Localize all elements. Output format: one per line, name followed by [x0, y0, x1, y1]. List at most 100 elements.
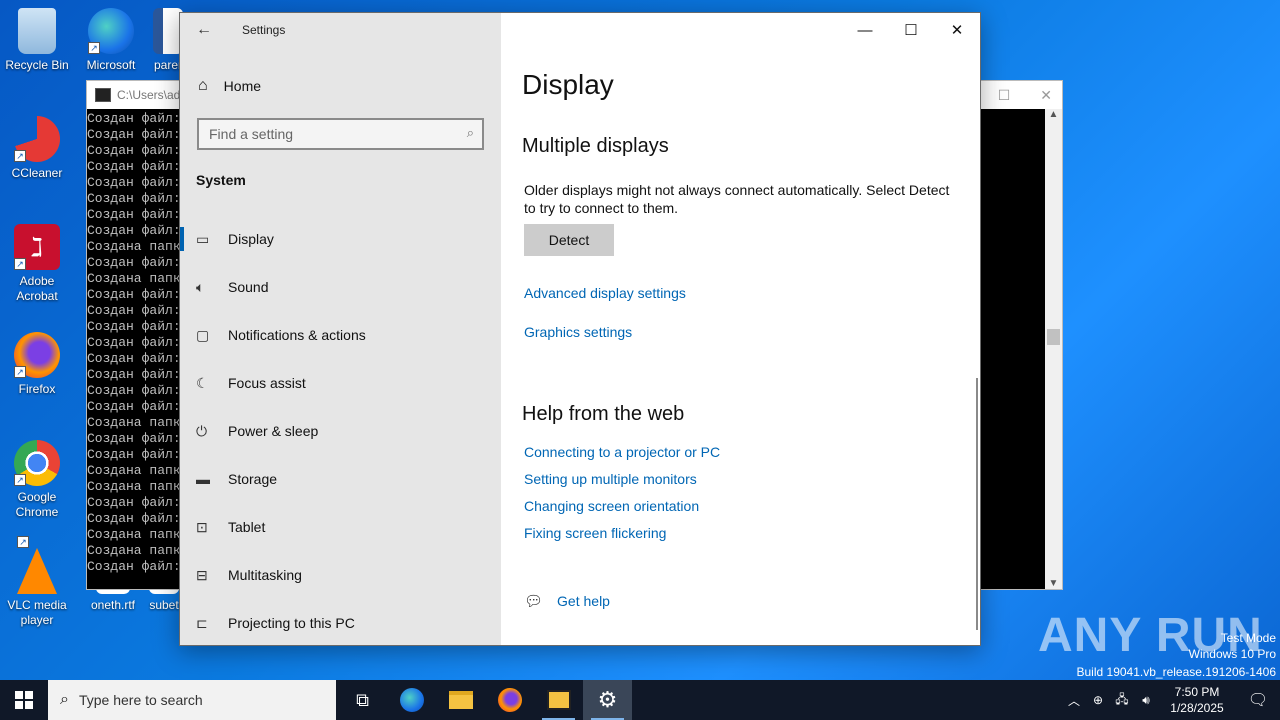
tablet-icon: ⊡	[196, 518, 208, 535]
section-heading: System	[196, 172, 246, 188]
get-help-link[interactable]: 💬︎ Get help	[524, 592, 610, 610]
settings-titlebar[interactable]: ← Settings	[180, 13, 501, 47]
power-icon: ⏻	[196, 422, 208, 439]
desktop-icon-label: oneth.rtf	[90, 598, 136, 612]
nav-item-notifications[interactable]: ▢ Notifications & actions	[180, 311, 501, 359]
multitasking-icon: ⊟	[196, 566, 208, 583]
taskbar-settings[interactable]: ⚙	[583, 680, 632, 720]
graphics-settings-link[interactable]: Graphics settings	[524, 324, 632, 340]
chat-help-icon: 💬︎	[524, 593, 544, 610]
desktop-icon-adobe-acrobat[interactable]: ℷ ↗ Adobe Acrobat	[2, 224, 72, 304]
minimize-button[interactable]: —	[842, 13, 888, 47]
folder-icon	[448, 691, 473, 709]
taskbar-console[interactable]	[534, 680, 583, 720]
clock[interactable]: 7:50 PM 1/28/2025	[1158, 684, 1236, 716]
nav-item-power-sleep[interactable]: ⏻ Power & sleep	[180, 407, 501, 455]
back-arrow-icon[interactable]: ←	[180, 21, 228, 39]
taskbar-firefox[interactable]	[485, 680, 534, 720]
minimize-icon: —	[857, 21, 873, 39]
search-placeholder: Find a setting	[209, 126, 294, 142]
content-scrollbar[interactable]	[976, 378, 978, 630]
console-scrollbar[interactable]: ▲ ▼	[1045, 109, 1062, 589]
help-link-projector[interactable]: Connecting to a projector or PC	[524, 444, 720, 460]
home-label: Home	[223, 78, 262, 94]
network-icon[interactable]: 🖧︎	[1110, 690, 1134, 711]
help-link-multiple-monitors[interactable]: Setting up multiple monitors	[524, 471, 697, 487]
multiple-displays-description: Older displays might not always connect …	[524, 182, 950, 216]
nav-label: Sound	[228, 279, 269, 295]
scroll-down-icon[interactable]: ▼	[1045, 578, 1062, 589]
search-icon: ⌕	[60, 691, 69, 708]
gear-icon: ⚙	[597, 687, 618, 712]
taskbar: ⌕ Type here to search ⧉ ⚙ ︿ ⊕ 🖧︎ 🔊︎ 7:50…	[0, 680, 1280, 720]
maximize-button[interactable]: ☐	[888, 13, 934, 47]
taskbar-file-explorer[interactable]	[436, 680, 485, 720]
desktop-icon-firefox[interactable]: ↗ Firefox	[2, 332, 72, 397]
test-mode-text: Test Mode	[1220, 631, 1276, 645]
desktop-icon-recycle-bin[interactable]: Recycle Bin	[2, 8, 72, 73]
settings-window[interactable]: ← Settings ⌂ Home Find a setting ⌕ Syste…	[179, 12, 981, 646]
firefox-icon: ↗	[14, 332, 60, 378]
notification-center-icon[interactable]: 🗨︎	[1236, 690, 1280, 710]
task-view-button[interactable]: ⧉	[338, 680, 387, 720]
nav-label: Storage	[228, 471, 278, 487]
volume-icon[interactable]: 🔊︎	[1134, 693, 1158, 708]
close-button[interactable]: ✕	[934, 13, 980, 47]
chrome-icon: ↗	[14, 440, 60, 486]
taskbar-search-box[interactable]: ⌕ Type here to search	[48, 680, 336, 720]
nav-item-multitasking[interactable]: ⊟ Multitasking	[180, 551, 501, 599]
notifications-icon: ▢	[196, 326, 210, 343]
shortcut-arrow-icon: ↗	[14, 366, 26, 378]
nav-item-sound[interactable]: 🔈︎ Sound	[180, 263, 501, 311]
projecting-icon: ⊏	[196, 614, 208, 631]
clock-time: 7:50 PM	[1174, 685, 1220, 699]
system-tray: ︿ ⊕ 🖧︎ 🔊︎ 7:50 PM 1/28/2025 🗨︎	[1062, 680, 1280, 720]
windows-logo-icon	[15, 691, 33, 709]
nav-item-projecting[interactable]: ⊏ Projecting to this PC	[180, 599, 501, 647]
start-button[interactable]	[0, 680, 48, 720]
window-title: Settings	[242, 23, 286, 37]
settings-sidebar: ← Settings ⌂ Home Find a setting ⌕ Syste…	[180, 13, 501, 645]
find-setting-input[interactable]: Find a setting ⌕	[197, 118, 484, 150]
clock-date: 1/28/2025	[1170, 701, 1224, 715]
help-link-flickering[interactable]: Fixing screen flickering	[524, 525, 666, 541]
device-icon[interactable]: ⊕	[1086, 693, 1110, 707]
desktop-icon-ccleaner[interactable]: ↗ CCleaner	[2, 116, 72, 181]
desktop-icon-label: Recycle Bin	[5, 58, 69, 72]
chevron-up-icon[interactable]: ︿	[1062, 692, 1086, 709]
desktop-icon-edge[interactable]: ↗ Microsoft Edge	[76, 8, 146, 73]
multiple-displays-heading: Multiple displays	[522, 135, 669, 157]
firefox-icon	[497, 688, 522, 712]
desktop-icon-label: VLC media player	[7, 598, 67, 627]
vlc-cone-icon: ↗	[17, 536, 57, 594]
desktop-icon-label: Adobe Acrobat	[16, 274, 58, 303]
scroll-up-icon[interactable]: ▲	[1045, 109, 1062, 120]
help-link-screen-orientation[interactable]: Changing screen orientation	[524, 498, 699, 514]
settings-nav-list: ▭ Display 🔈︎ Sound ▢ Notifications & action…	[180, 215, 501, 647]
desktop-icon-vlc[interactable]: ↗ VLC media player	[2, 536, 72, 628]
home-icon: ⌂	[198, 77, 208, 94]
moon-icon: ☾	[196, 374, 209, 391]
speaker-icon: 🔈︎	[196, 278, 205, 295]
nav-item-tablet[interactable]: ⊡ Tablet	[180, 503, 501, 551]
console-app-icon	[95, 88, 111, 102]
nav-label: Multitasking	[228, 567, 302, 583]
desktop-icon-chrome[interactable]: ↗ Google Chrome	[2, 440, 72, 520]
nav-item-display[interactable]: ▭ Display	[180, 215, 501, 263]
scroll-thumb[interactable]	[1047, 329, 1060, 345]
home-nav-item[interactable]: ⌂ Home	[198, 77, 261, 95]
search-icon[interactable]: ⌕	[467, 125, 474, 141]
detect-button[interactable]: Detect	[524, 224, 614, 256]
maximize-icon[interactable]: ☐	[998, 87, 1011, 104]
taskbar-edge[interactable]	[387, 680, 436, 720]
desktop-icon-label: Google Chrome	[15, 490, 59, 519]
nav-item-storage[interactable]: ▬ Storage	[180, 455, 501, 503]
nav-label: Focus assist	[228, 375, 306, 391]
advanced-display-settings-link[interactable]: Advanced display settings	[524, 285, 686, 301]
taskbar-search-placeholder: Type here to search	[78, 692, 203, 708]
close-icon[interactable]: ✕	[1040, 87, 1052, 104]
nav-item-focus-assist[interactable]: ☾ Focus assist	[180, 359, 501, 407]
page-title: Display	[522, 69, 614, 100]
maximize-icon: ☐	[904, 22, 918, 39]
recycle-bin-icon	[18, 8, 56, 54]
